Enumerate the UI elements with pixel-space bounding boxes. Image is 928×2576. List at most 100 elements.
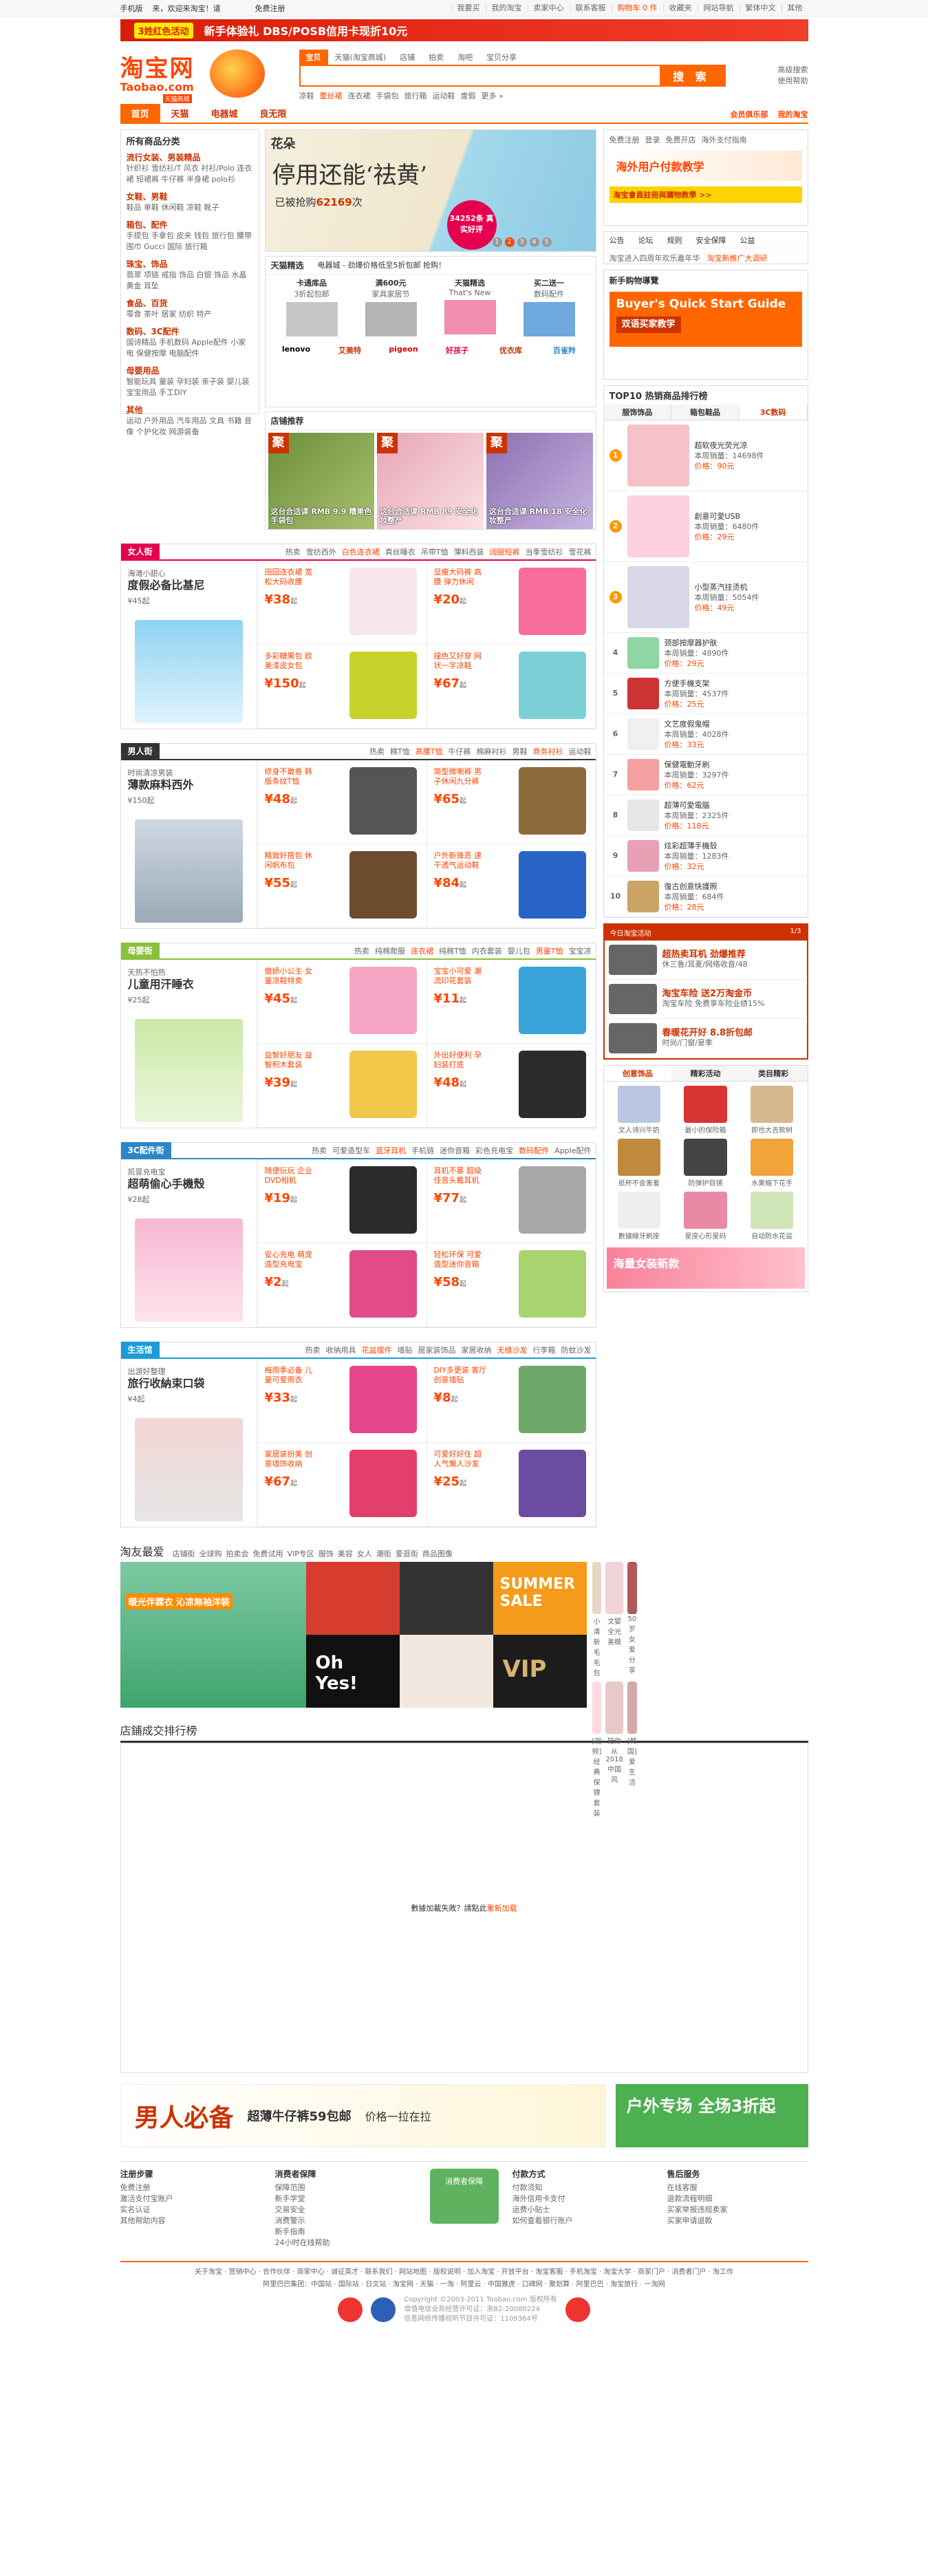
- floor-keyword[interactable]: 当季雪纺衫: [526, 546, 563, 557]
- creative-item[interactable]: 自动防水花盆: [741, 1192, 803, 1241]
- floor-keyword[interactable]: 家居收纳: [462, 1344, 492, 1355]
- top-promo-banner[interactable]: 3姓红色活动 新手体验礼 DBS/POSB信用卡现折10元: [120, 19, 808, 41]
- top-link[interactable]: 购物车 0 件: [611, 4, 663, 12]
- help-link[interactable]: 使用帮助: [778, 76, 808, 87]
- floor-item[interactable]: 宝宝小可爱 潮流印花套装 ¥11起: [426, 960, 596, 1044]
- floor-keyword[interactable]: 白色连衣裙: [342, 546, 380, 557]
- consumer-protection-badge[interactable]: 消费者保障: [429, 2169, 499, 2224]
- footer-link[interactable]: 激活支付宝账户: [120, 2193, 261, 2204]
- floor-keyword[interactable]: 婴儿包: [508, 945, 530, 956]
- ranking-tab[interactable]: 服饰饰品: [603, 405, 672, 420]
- floor-item[interactable]: 梅雨季必备 儿童可爱雨衣 ¥33起: [257, 1359, 427, 1443]
- floor-item[interactable]: 轻松环保 可爱造型迷你音箱 ¥58起: [426, 1243, 596, 1327]
- floor-item[interactable]: 田园连衣裙 宽松大码收腰 ¥38起: [257, 561, 427, 645]
- activity-item[interactable]: 超热卖耳机 劲爆推荐 休三鲁/耳麦/网络收音/48: [604, 941, 807, 980]
- nav-tmall[interactable]: 天猫商城 天猫: [160, 94, 200, 122]
- category-heading[interactable]: 食品、百货: [127, 297, 253, 309]
- creative-tab[interactable]: 精彩活动: [671, 1066, 740, 1081]
- hot-keyword[interactable]: 更多 »: [482, 90, 504, 101]
- floor-feature[interactable]: 天热不怕热 儿童用汗睡衣 ¥25起: [121, 960, 257, 1128]
- tmall-pick[interactable]: 满600元 家具家居节: [352, 277, 431, 338]
- floor-keyword[interactable]: 宝宝凉: [569, 945, 592, 956]
- category-heading[interactable]: 流行女装、男装精品: [127, 151, 253, 163]
- mobile-link[interactable]: 手机版: [120, 3, 143, 14]
- footer-link[interactable]: 运费小贴士: [512, 2204, 654, 2215]
- login-link[interactable]: 海外支付指南: [702, 134, 747, 145]
- ranking-tab[interactable]: 3C数码: [739, 405, 808, 420]
- search-tab[interactable]: 店铺: [393, 50, 422, 65]
- floor-keyword[interactable]: 热卖: [285, 546, 301, 557]
- footer-link[interactable]: 其他帮助内容: [120, 2215, 261, 2226]
- taoyou-link[interactable]: 美容: [338, 1549, 353, 1558]
- slide-dot[interactable]: 1: [492, 237, 502, 247]
- slide-dot[interactable]: 3: [517, 237, 527, 247]
- member-club-link[interactable]: 会员俱乐部: [731, 109, 768, 120]
- category-links[interactable]: 针织衫 雪纺衫/T 风衣 衬衫/Polo 连衣裙 短裙裤 牛仔裤 半身裙 pol…: [127, 163, 253, 185]
- floor-item[interactable]: 外出好便利 孕妇装打底 ¥48起: [426, 1044, 596, 1128]
- floor-keyword[interactable]: 男童T恤: [536, 945, 563, 956]
- floor-item[interactable]: 可爱好好住 超人气懒人沙发 ¥25起: [426, 1443, 596, 1527]
- floor-keyword[interactable]: 居家装饰品: [418, 1344, 456, 1355]
- ranking-item[interactable]: 2 創意可愛USB 本周销量：6480件 价格：29元: [603, 491, 808, 562]
- shop-card[interactable]: 聚这台合适课 RMB 89 安全化妆整产: [377, 433, 484, 529]
- taoyou-link[interactable]: 店铺街: [173, 1549, 195, 1558]
- footer-link[interactable]: 如何查看银行账户: [512, 2215, 654, 2226]
- member-guide-banner[interactable]: 淘宝會員註冊與購物教學 >>: [609, 186, 802, 203]
- news-tab[interactable]: 公益: [740, 235, 755, 246]
- floor-name[interactable]: 母婴街: [120, 943, 160, 959]
- floor-keyword[interactable]: 彩色充电宝: [475, 1145, 513, 1156]
- ranking-item[interactable]: 5 方便手機支架 本周销量：4537件 价格：25元: [603, 674, 808, 714]
- hot-keyword[interactable]: 连衣裙: [348, 90, 371, 101]
- register-link[interactable]: 免费注册: [255, 3, 285, 14]
- creative-item[interactable]: 纸杯不会害羞: [608, 1139, 671, 1188]
- brand-logo[interactable]: 优衣库: [487, 343, 535, 357]
- top-link[interactable]: 联系客服: [569, 4, 612, 12]
- floor-feature[interactable]: 时尚清凉男装 薄款麻料西外 ¥150起: [121, 760, 257, 928]
- footer-link[interactable]: 交易安全: [275, 2204, 416, 2215]
- floor-item[interactable]: 多彩糖果包 欧美漆皮女包 ¥150起: [257, 645, 427, 729]
- floor-keyword[interactable]: Apple配件: [554, 1145, 591, 1156]
- hot-keyword[interactable]: 手袋包: [376, 90, 399, 101]
- taoyou-link[interactable]: 爱逛街: [396, 1549, 418, 1558]
- taoyou-link[interactable]: 拍卖会: [226, 1549, 249, 1558]
- floor-keyword[interactable]: 无缝沙发: [497, 1344, 528, 1355]
- top-link[interactable]: 繁体中文: [739, 4, 781, 12]
- footer-link[interactable]: 免费注册: [120, 2182, 261, 2193]
- slide-dot[interactable]: 5: [541, 237, 552, 247]
- search-tab[interactable]: 拍卖: [422, 50, 451, 65]
- women-new-arrivals[interactable]: 海量女装新款: [606, 1247, 805, 1289]
- floor-name[interactable]: 男人街: [120, 743, 160, 760]
- floor-keyword[interactable]: 迷你音箱: [440, 1145, 470, 1156]
- footer-link[interactable]: 新手指南: [275, 2226, 416, 2237]
- category-heading[interactable]: 母婴用品: [127, 365, 253, 376]
- floor-keyword[interactable]: 雪花裤: [569, 546, 592, 557]
- taoyou-link[interactable]: 全球购: [199, 1549, 222, 1558]
- ranking-item[interactable]: 6 文艺度假鬼帽 本周销量：4028件 价格：33元: [603, 714, 808, 755]
- category-links[interactable]: 手提包 手拿包 皮夹 钱包 旅行包 腰带 围巾 Gucci 国际 旅行箱: [127, 230, 253, 253]
- floor-item[interactable]: 益智好朋友 益智积木套装 ¥39起: [257, 1044, 427, 1128]
- hot-keyword[interactable]: 度假: [461, 90, 476, 101]
- floor-keyword[interactable]: 手机链: [411, 1145, 434, 1156]
- top-link[interactable]: 我的淘宝: [485, 4, 528, 12]
- floor-item[interactable]: 家居装扮美 创意墙饰收纳 ¥67起: [257, 1443, 427, 1527]
- floor-keyword[interactable]: 商务衬衫: [533, 746, 563, 757]
- hot-keyword[interactable]: 旅行箱: [404, 90, 427, 101]
- floor-keyword[interactable]: 热卖: [354, 945, 369, 956]
- top-link[interactable]: 网站导航: [697, 4, 740, 12]
- footer-link[interactable]: 买家举报违规卖家: [667, 2204, 808, 2215]
- floor-keyword[interactable]: 热卖: [369, 746, 385, 757]
- footer-link[interactable]: 在线客服: [667, 2182, 808, 2193]
- creative-tab[interactable]: 类目精彩: [739, 1066, 808, 1081]
- login-link[interactable]: 免费开店: [666, 134, 696, 145]
- floor-item[interactable]: DIY多更装 客厅创意墙贴 ¥8起: [426, 1359, 596, 1443]
- creative-item[interactable]: 文人诗兴牛奶: [608, 1086, 671, 1135]
- login-link[interactable]: 免费注册: [609, 134, 640, 145]
- tmall-pick[interactable]: 买二送一 数码配件: [510, 277, 589, 338]
- nav-electronics[interactable]: 电器城: [200, 104, 249, 122]
- floor-name[interactable]: 生活馆: [120, 1342, 160, 1358]
- category-links[interactable]: 运动 户外用品 汽车用品 文具 书籍 音像 个护化妆 网游装备: [127, 416, 253, 438]
- tmall-pick[interactable]: 天猫精选 That's New: [431, 277, 510, 338]
- floor-keyword[interactable]: 阔腿短裤: [490, 546, 520, 557]
- footer-link[interactable]: 保障范围: [275, 2182, 416, 2193]
- footer-link[interactable]: 新手学堂: [275, 2193, 416, 2204]
